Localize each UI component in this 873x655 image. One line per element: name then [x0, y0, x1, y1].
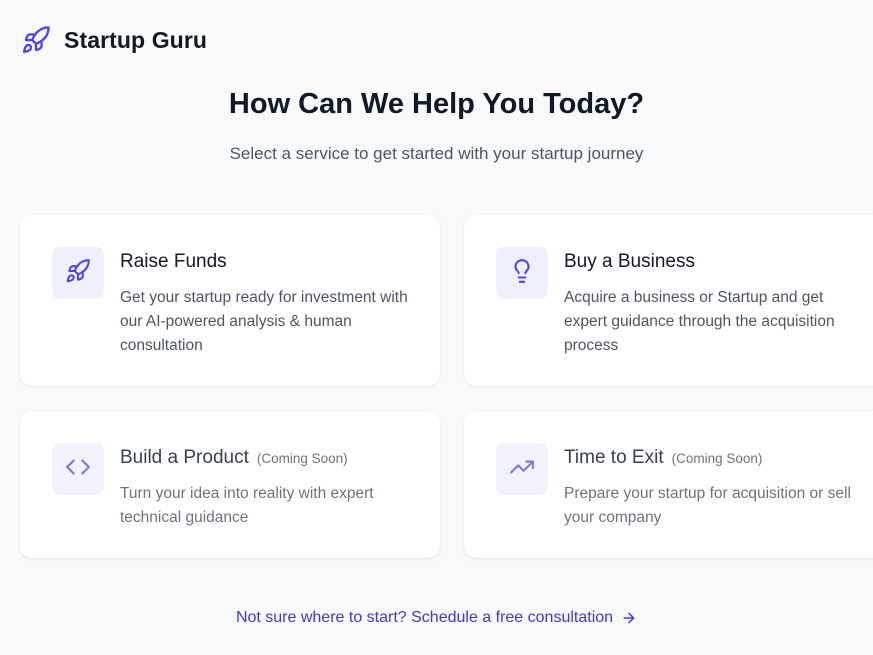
service-title: Build a Product [120, 447, 249, 468]
coming-soon-badge: (Coming Soon) [256, 451, 348, 466]
schedule-consultation-link[interactable]: Not sure where to start? Schedule a free… [0, 609, 873, 627]
service-title: Time to Exit [564, 447, 664, 468]
service-card-raise-funds[interactable]: Raise Funds Get your startup ready for i… [20, 215, 440, 386]
header: Startup Guru [20, 24, 207, 56]
consultation-link-label: Not sure where to start? Schedule a free… [235, 609, 614, 626]
arrow-right-icon [621, 610, 637, 626]
service-title-row: Time to Exit (Coming Soon) [564, 447, 864, 469]
service-icon-box [496, 247, 548, 299]
service-title: Buy a Business [564, 251, 695, 272]
service-card-time-to-exit[interactable]: Time to Exit (Coming Soon) Prepare your … [464, 411, 873, 558]
rocket-icon [65, 258, 91, 289]
service-icon-box [52, 247, 104, 299]
service-icon-box [496, 443, 548, 495]
service-card-buy-business[interactable]: Buy a Business Acquire a business or Sta… [464, 215, 873, 386]
coming-soon-badge: (Coming Soon) [671, 451, 763, 466]
service-description: Prepare your startup for acquisition or … [564, 485, 851, 526]
page-subtitle: Select a service to get started with you… [229, 144, 644, 163]
service-card-build-product[interactable]: Build a Product (Coming Soon) Turn your … [20, 411, 440, 558]
service-icon-box [52, 443, 104, 495]
trending-up-icon [509, 454, 535, 485]
code-icon [65, 454, 91, 485]
lightbulb-icon [509, 258, 535, 289]
rocket-icon [20, 24, 52, 56]
service-description: Get your startup ready for investment wi… [120, 289, 408, 354]
brand-name[interactable]: Startup Guru [64, 27, 207, 54]
service-description: Acquire a business or Startup and get ex… [564, 289, 835, 354]
service-description: Turn your idea into reality with expert … [120, 485, 374, 526]
page: Startup Guru How Can We Help You Today? … [0, 0, 873, 655]
service-title-row: Raise Funds [120, 251, 420, 273]
service-title: Raise Funds [120, 251, 227, 272]
page-title: How Can We Help You Today? [228, 88, 645, 120]
service-title-row: Build a Product (Coming Soon) [120, 447, 420, 469]
service-title-row: Buy a Business [564, 251, 864, 273]
